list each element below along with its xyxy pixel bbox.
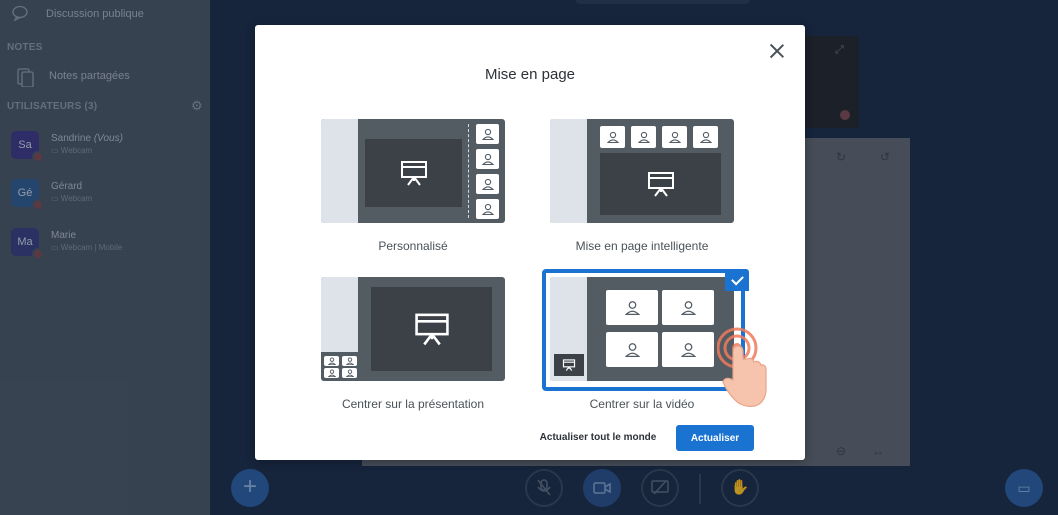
layout-preview	[550, 119, 734, 223]
layout-option-label: Centrer sur la vidéo	[589, 397, 695, 411]
presentation-board-icon	[600, 153, 721, 215]
user-icon	[476, 199, 499, 219]
layout-option-label: Mise en page intelligente	[575, 239, 709, 253]
user-icon	[342, 356, 357, 366]
user-icon	[600, 126, 625, 148]
user-icon	[476, 149, 499, 169]
layout-preview	[321, 119, 505, 223]
tap-hand-cursor-icon	[717, 327, 767, 407]
layout-option-focus-video[interactable]: Centrer sur la vidéo	[542, 269, 749, 417]
user-icon	[476, 174, 499, 194]
user-icon	[342, 368, 357, 378]
checkmark-icon	[725, 269, 749, 291]
presentation-board-icon	[365, 139, 462, 207]
layout-option-custom[interactable]: Personnalisé	[321, 119, 505, 259]
modal-title: Mise en page	[484, 66, 576, 83]
user-icon	[324, 368, 339, 378]
user-icon	[662, 126, 687, 148]
layout-option-label: Personnalisé	[378, 239, 448, 253]
user-icon	[693, 126, 718, 148]
presentation-board-icon	[371, 287, 492, 371]
selected-frame	[542, 269, 745, 391]
close-icon[interactable]	[767, 41, 787, 61]
user-icon	[476, 124, 499, 144]
layout-option-label: Centrer sur la présentation	[341, 397, 485, 411]
user-icon	[631, 126, 656, 148]
layout-option-smart[interactable]: Mise en page intelligente	[550, 119, 734, 259]
layout-option-focus-presentation[interactable]: Centrer sur la présentation	[321, 277, 505, 417]
update-button[interactable]: Actualiser	[676, 425, 754, 451]
user-icon	[324, 356, 339, 366]
layout-preview	[321, 277, 505, 381]
update-everyone-button[interactable]: Actualiser tout le monde	[536, 425, 660, 451]
